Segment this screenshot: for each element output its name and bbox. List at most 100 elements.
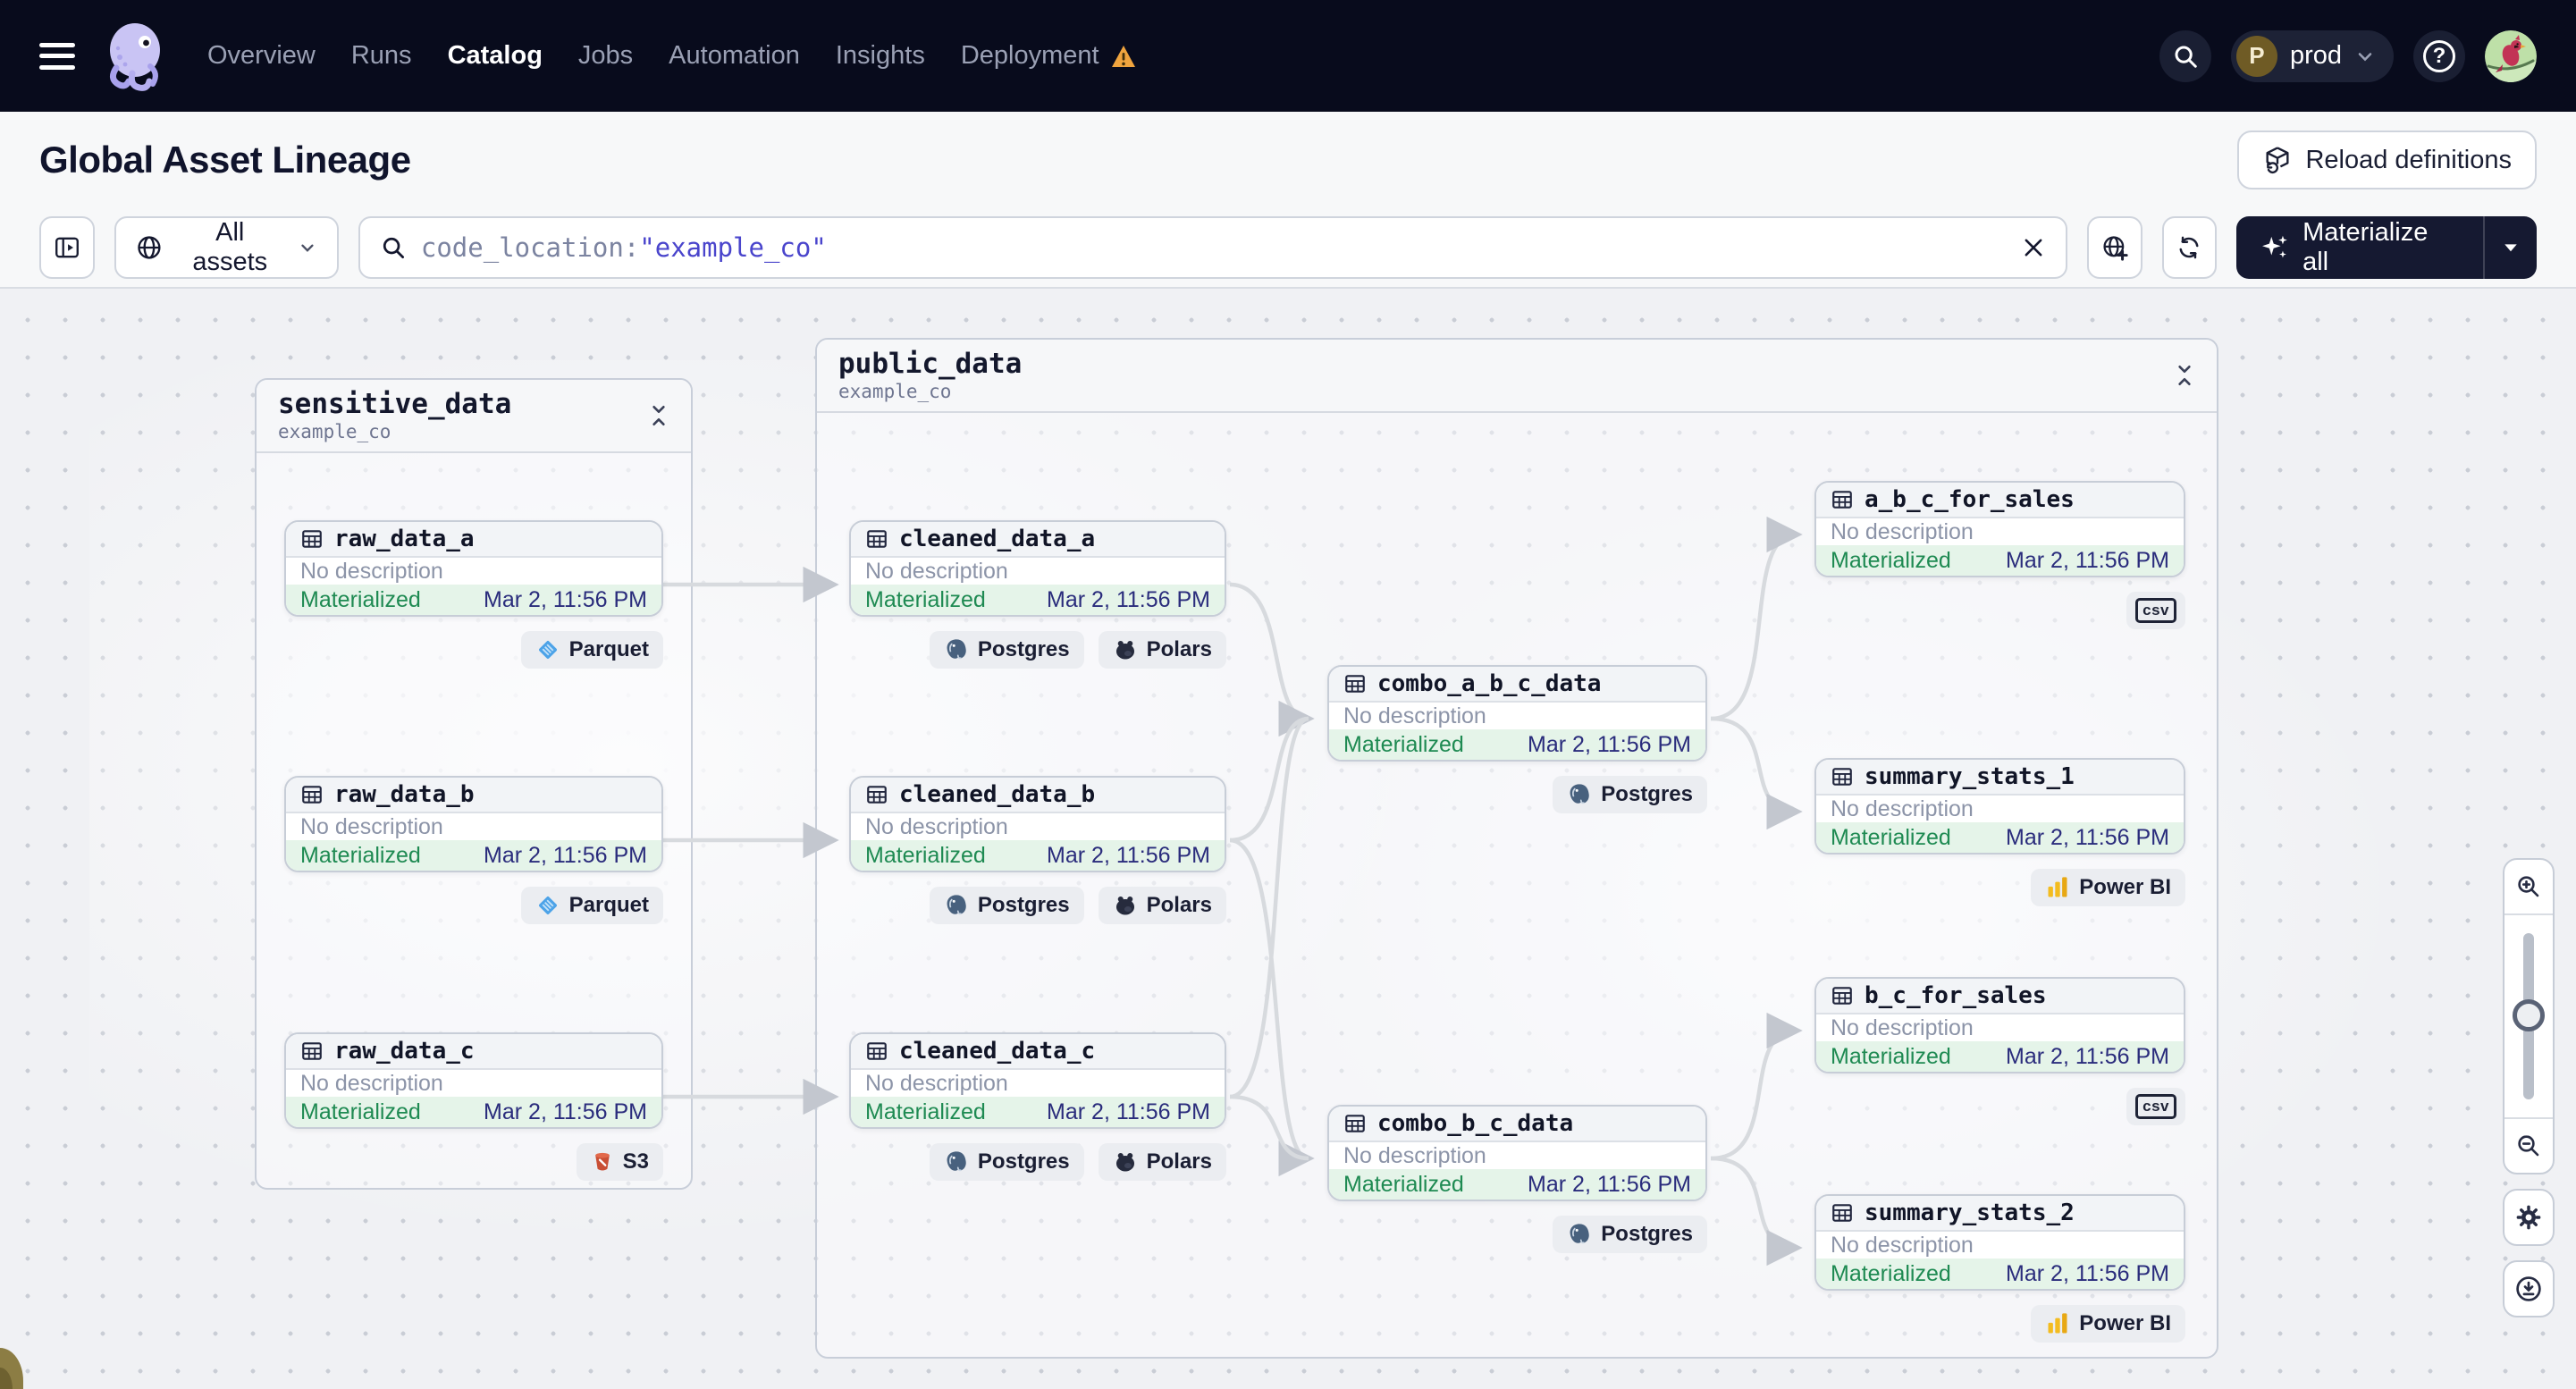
zoom-slider[interactable] xyxy=(2504,915,2553,1117)
lineage-canvas[interactable]: sensitive_data example_co public_data ex… xyxy=(0,289,2576,1389)
nav-item-overview[interactable]: Overview xyxy=(207,41,316,71)
reload-definitions-button[interactable]: Reload definitions xyxy=(2237,130,2537,189)
reload-code-location-icon xyxy=(2266,147,2289,174)
nav-item-jobs[interactable]: Jobs xyxy=(578,41,633,71)
asset-last-materialization-time[interactable]: Mar 2, 11:56 PM xyxy=(2006,1261,2169,1287)
asset-name: raw_data_c xyxy=(334,1038,475,1065)
asset-status-badge: Materialized xyxy=(1831,824,1951,850)
chevron-down-icon xyxy=(2358,52,2372,61)
asset-scope-dropdown[interactable]: All assets xyxy=(114,216,339,279)
add-assets-to-graph-button[interactable] xyxy=(2086,216,2142,279)
nav-item-deployment[interactable]: Deployment xyxy=(961,41,1137,71)
tag-powerbi[interactable]: Power BI xyxy=(2031,869,2185,906)
tag-postgres[interactable]: Postgres xyxy=(929,631,1084,669)
collapse-group-icon[interactable] xyxy=(2174,363,2195,388)
asset-status-badge: Materialized xyxy=(1831,1260,1951,1286)
nav-item-catalog[interactable]: Catalog xyxy=(448,41,543,71)
deployment-switcher[interactable]: P prod xyxy=(2230,29,2394,82)
asset-name: cleaned_data_c xyxy=(899,1038,1096,1065)
asset-description: No description xyxy=(865,813,1008,839)
asset-last-materialization-time[interactable]: Mar 2, 11:56 PM xyxy=(1047,587,1210,613)
asset-node-raw_data_c[interactable]: raw_data_c No description Materialized Mar … xyxy=(284,1032,663,1129)
tag-powerbi[interactable]: Power BI xyxy=(2031,1305,2185,1343)
asset-node-cleaned_data_a[interactable]: cleaned_data_a No description Materialized… xyxy=(849,520,1226,617)
hamburger-menu-icon[interactable] xyxy=(39,42,75,70)
asset-name: combo_b_c_data xyxy=(1377,1110,1574,1137)
group-title: sensitive_data xyxy=(278,388,512,421)
materialize-options-button[interactable] xyxy=(2485,216,2537,279)
asset-tag-row: Postgres Polars xyxy=(849,887,1226,924)
tag-parquet[interactable]: Parquet xyxy=(520,631,663,669)
asset-last-materialization-time[interactable]: Mar 2, 11:56 PM xyxy=(1047,843,1210,869)
postgres-icon xyxy=(944,893,969,918)
tag-polars[interactable]: Polars xyxy=(1098,887,1226,924)
asset-node-cleaned_data_c[interactable]: cleaned_data_c No description Materialized… xyxy=(849,1032,1226,1129)
top-navigation: Overview Runs Catalog Jobs Automation In… xyxy=(0,0,2576,112)
dagster-logo[interactable] xyxy=(105,21,164,91)
group-title: public_data xyxy=(838,348,1023,381)
s3-icon xyxy=(591,1150,614,1174)
zoom-out-button[interactable] xyxy=(2504,1119,2553,1173)
asset-node-combo_a_b_c_data[interactable]: combo_a_b_c_data No description Materializ… xyxy=(1327,665,1707,762)
table-icon xyxy=(865,527,888,551)
tag-csv[interactable]: csv xyxy=(2126,592,2185,629)
tag-postgres[interactable]: Postgres xyxy=(929,1143,1084,1181)
asset-status-badge: Materialized xyxy=(865,586,986,612)
search-query: code_location:"example_co" xyxy=(420,232,827,263)
tag-label: Postgres xyxy=(977,893,1070,917)
asset-last-materialization-time[interactable]: Mar 2, 11:56 PM xyxy=(2006,825,2169,851)
search-icon xyxy=(383,237,404,258)
zoom-slider-thumb[interactable] xyxy=(2513,999,2545,1031)
deployment-name: prod xyxy=(2289,41,2342,70)
asset-node-cleaned_data_b[interactable]: cleaned_data_b No description Materialized… xyxy=(849,776,1226,872)
asset-node-combo_b_c_data[interactable]: combo_b_c_data No description Materialized… xyxy=(1327,1105,1707,1201)
asset-node-summary_stats_2[interactable]: summary_stats_2 No description Materialize… xyxy=(1814,1194,2185,1291)
asset-node-b_c_for_sales[interactable]: b_c_for_sales No description Materialized M… xyxy=(1814,977,2185,1073)
asset-last-materialization-time[interactable]: Mar 2, 11:56 PM xyxy=(1528,1172,1691,1198)
nav-item-insights[interactable]: Insights xyxy=(836,41,925,71)
materialize-all-button[interactable]: Materialize all xyxy=(2236,216,2483,279)
tag-s3[interactable]: S3 xyxy=(576,1143,663,1181)
tag-parquet[interactable]: Parquet xyxy=(520,887,663,924)
asset-tag-row: Postgres xyxy=(1327,776,1707,813)
help-button[interactable]: ? xyxy=(2413,29,2465,82)
caret-down-icon xyxy=(2504,244,2517,252)
asset-last-materialization-time[interactable]: Mar 2, 11:56 PM xyxy=(484,1099,647,1125)
tag-postgres[interactable]: Postgres xyxy=(929,887,1084,924)
tag-polars[interactable]: Polars xyxy=(1098,631,1226,669)
clear-search-button[interactable] xyxy=(2021,235,2046,260)
nav-item-automation[interactable]: Automation xyxy=(669,41,800,71)
asset-last-materialization-time[interactable]: Mar 2, 11:56 PM xyxy=(1047,1099,1210,1125)
zoom-out-icon xyxy=(2518,1135,2539,1157)
asset-node-a_b_c_for_sales[interactable]: a_b_c_for_sales No description Materialize… xyxy=(1814,481,2185,577)
open-asset-panel-button[interactable] xyxy=(39,216,95,279)
asset-node-raw_data_b[interactable]: raw_data_b No description Materialized Mar … xyxy=(284,776,663,872)
asset-last-materialization-time[interactable]: Mar 2, 11:56 PM xyxy=(1528,732,1691,758)
asset-last-materialization-time[interactable]: Mar 2, 11:56 PM xyxy=(484,587,647,613)
global-search-button[interactable] xyxy=(2159,29,2211,82)
graph-settings-button[interactable] xyxy=(2504,1191,2553,1244)
asset-node-summary_stats_1[interactable]: summary_stats_1 No description Materialize… xyxy=(1814,758,2185,854)
zoom-in-button[interactable] xyxy=(2504,860,2553,913)
search-icon xyxy=(2175,46,2197,68)
parquet-icon xyxy=(535,893,560,918)
asset-name: combo_a_b_c_data xyxy=(1377,670,1602,697)
refresh-graph-button[interactable] xyxy=(2161,216,2218,279)
tag-polars[interactable]: Polars xyxy=(1098,1143,1226,1181)
table-icon xyxy=(865,783,888,806)
download-graph-button[interactable] xyxy=(2504,1262,2553,1316)
asset-search-input[interactable]: code_location:"example_co" xyxy=(358,216,2067,279)
tag-csv[interactable]: csv xyxy=(2126,1088,2185,1125)
asset-description: No description xyxy=(1831,518,1974,544)
collapse-group-icon[interactable] xyxy=(648,403,669,428)
asset-node-raw_data_a[interactable]: raw_data_a No description Materialized Mar … xyxy=(284,520,663,617)
page-header: Global Asset Lineage Reload definitions xyxy=(0,112,2576,208)
tag-postgres[interactable]: Postgres xyxy=(1553,1216,1707,1253)
asset-last-materialization-time[interactable]: Mar 2, 11:56 PM xyxy=(2006,548,2169,574)
user-avatar[interactable] xyxy=(2485,29,2537,82)
nav-item-runs[interactable]: Runs xyxy=(351,41,412,71)
tag-postgres[interactable]: Postgres xyxy=(1553,776,1707,813)
asset-last-materialization-time[interactable]: Mar 2, 11:56 PM xyxy=(2006,1044,2169,1070)
globe-icon xyxy=(138,236,161,259)
asset-last-materialization-time[interactable]: Mar 2, 11:56 PM xyxy=(484,843,647,869)
